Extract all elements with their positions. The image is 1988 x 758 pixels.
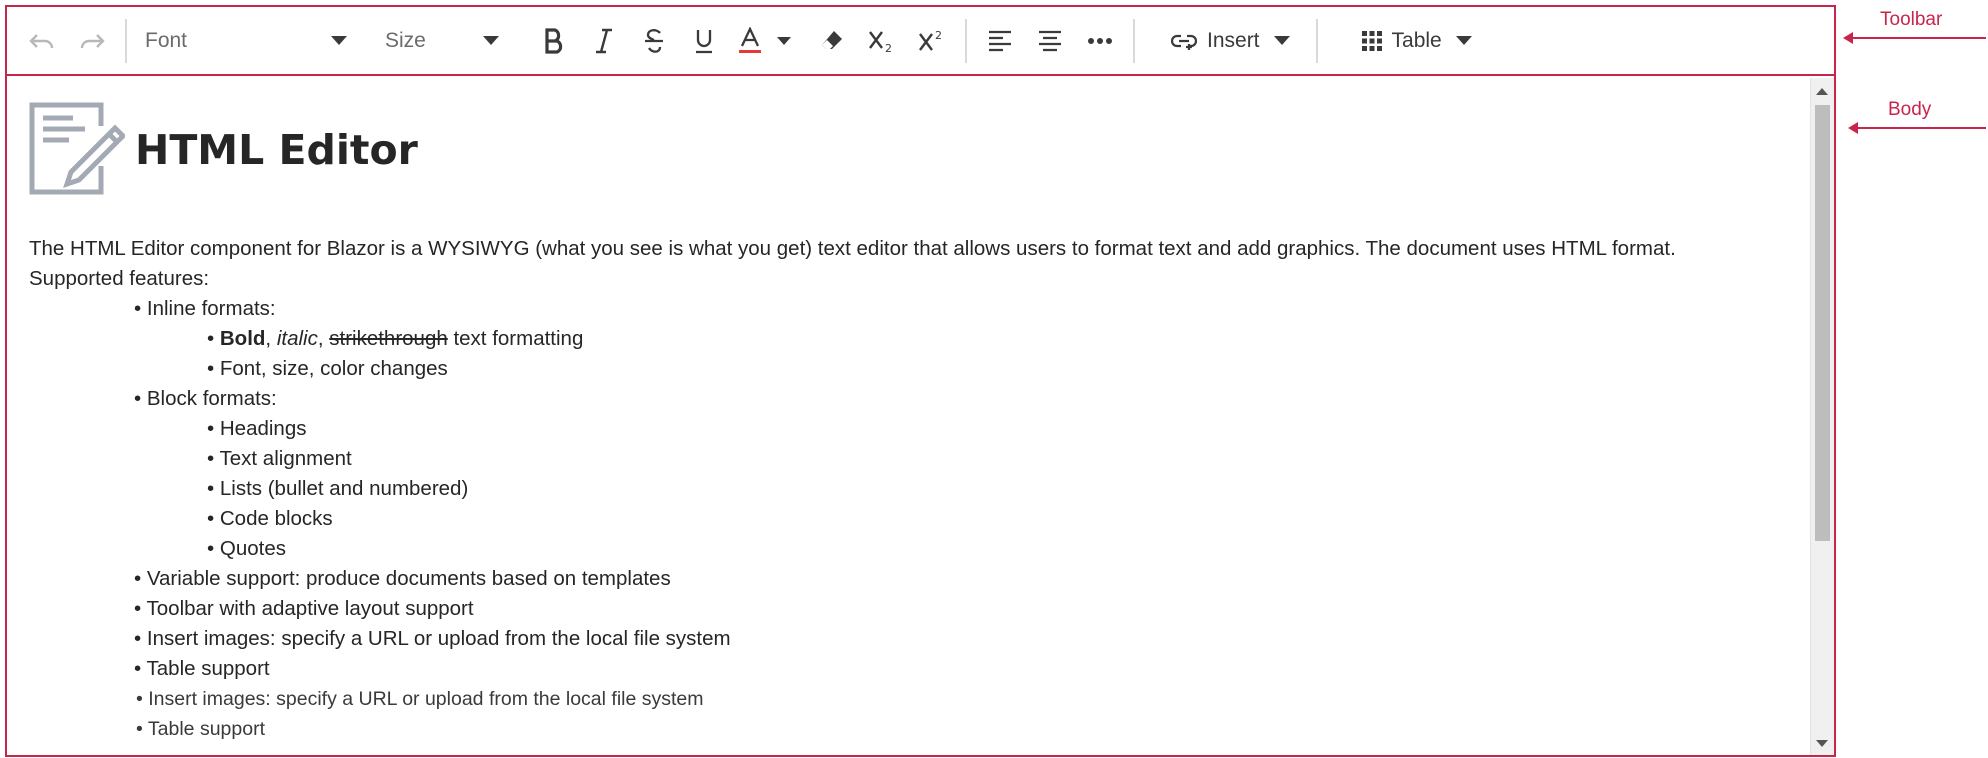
table-menu-button[interactable]: Table — [1348, 19, 1486, 63]
clear-format-icon — [822, 30, 842, 49]
size-select[interactable]: Size — [375, 19, 509, 63]
superscript-icon: 2 — [919, 29, 942, 51]
list-item: Inline formats: Bold, italic, strikethro… — [134, 294, 1794, 384]
inline-formats-list: Bold, italic, strikethrough text formatt… — [134, 324, 1794, 384]
redo-icon — [80, 33, 105, 48]
more-icon — [1088, 37, 1112, 44]
toolbar-separator — [125, 18, 127, 63]
chevron-down-icon — [331, 36, 347, 45]
separator-text: , — [317, 327, 330, 350]
list-item: Code blocks — [207, 504, 1794, 534]
list-item: Table support — [136, 714, 1794, 744]
list-item-label: Inline formats: — [146, 297, 276, 320]
font-select[interactable]: Font — [135, 19, 357, 63]
redo-button[interactable] — [67, 19, 117, 63]
supported-label: Supported features: — [29, 267, 210, 290]
insert-menu-button[interactable]: Insert — [1157, 19, 1304, 63]
body-annotation-label: Body — [1888, 99, 1932, 120]
page-title: HTML Editor — [135, 126, 418, 174]
clear-format-button[interactable] — [807, 19, 857, 63]
formatting-text: text formatting — [447, 327, 584, 350]
toolbar-separator — [1315, 18, 1318, 63]
block-formats-list: Headings Text alignment Lists (bullet an… — [134, 414, 1794, 564]
align-center-icon — [1039, 30, 1061, 51]
list-item: Font, size, color changes — [207, 354, 1794, 384]
chevron-down-icon — [1273, 36, 1290, 45]
html-editor: Font Size 2 2 Insert Table HTML Editor T… — [5, 5, 1836, 757]
scrollbar-thumb[interactable] — [1815, 105, 1830, 541]
list-item: Toolbar with adaptive layout support — [134, 594, 1794, 624]
list-item: Block formats: Headings Text alignment L… — [134, 384, 1794, 564]
features-list: Inline formats: Bold, italic, strikethro… — [29, 294, 1794, 684]
intro-paragraph: The HTML Editor component for Blazor is … — [29, 237, 1676, 260]
strikethrough-button[interactable] — [629, 19, 679, 63]
subscript-button[interactable]: 2 — [857, 19, 907, 63]
italic-text: italic — [276, 327, 318, 350]
insert-link-icon — [1171, 34, 1197, 50]
toolbar-annotation-arrow — [1852, 37, 1986, 39]
chevron-down-icon — [777, 36, 791, 45]
italic-button[interactable] — [579, 19, 629, 63]
list-item: Lists (bullet and numbered) — [207, 474, 1794, 504]
font-color-dropdown[interactable] — [771, 19, 797, 63]
list-item: Table support — [134, 654, 1794, 684]
list-item: Quotes — [207, 534, 1794, 564]
document-edit-icon — [29, 102, 125, 195]
undo-icon — [29, 33, 54, 48]
italic-icon — [596, 28, 612, 53]
table-grid-icon — [1361, 30, 1382, 51]
size-select-value: Size — [385, 28, 426, 52]
trailing-list: Insert images: specify a URL or upload f… — [29, 684, 1794, 744]
scroll-up-arrow-icon[interactable] — [1816, 88, 1828, 95]
underline-icon — [696, 29, 712, 53]
list-item-label: Block formats: — [146, 387, 277, 410]
bold-button[interactable] — [529, 19, 579, 63]
document-heading: HTML Editor — [29, 100, 1794, 200]
table-label: Table — [1391, 28, 1442, 52]
list-item: Text alignment — [207, 444, 1794, 474]
editor-body[interactable]: HTML Editor The HTML Editor component fo… — [7, 78, 1834, 755]
editor-content[interactable]: HTML Editor The HTML Editor component fo… — [29, 100, 1794, 755]
body-annotation-arrow — [1857, 127, 1986, 129]
superscript-button[interactable]: 2 — [907, 19, 957, 63]
toolbar-separator — [965, 18, 967, 63]
list-item: Headings — [207, 414, 1794, 444]
svg-text:2: 2 — [935, 29, 942, 42]
align-left-icon — [989, 30, 1011, 51]
chevron-down-icon — [483, 36, 499, 45]
align-center-button[interactable] — [1025, 19, 1075, 63]
list-item: Insert images: specify a URL or upload f… — [136, 684, 1794, 714]
strikethrough-icon — [645, 28, 663, 53]
strikethrough-text: strikethrough — [329, 327, 448, 350]
insert-label: Insert — [1207, 28, 1260, 52]
font-select-value: Font — [145, 28, 188, 52]
bold-text: Bold — [219, 327, 266, 350]
scroll-down-arrow-icon[interactable] — [1816, 740, 1828, 747]
font-color-icon — [739, 26, 761, 53]
more-button[interactable] — [1075, 19, 1125, 63]
toolbar-separator — [1133, 18, 1135, 63]
svg-text:2: 2 — [885, 42, 892, 53]
undo-button[interactable] — [17, 19, 67, 63]
chevron-down-icon — [1455, 36, 1472, 45]
list-item: Bold, italic, strikethrough text formatt… — [207, 324, 1794, 354]
list-item: Insert images: specify a URL or upload f… — [134, 624, 1794, 654]
toolbar: Font Size 2 2 Insert Table — [7, 7, 1834, 76]
toolbar-annotation-label: Toolbar — [1880, 9, 1943, 30]
font-color-button[interactable] — [729, 19, 771, 63]
bold-icon — [545, 27, 563, 54]
underline-button[interactable] — [679, 19, 729, 63]
list-item: Variable support: produce documents base… — [134, 564, 1794, 594]
vertical-scrollbar[interactable] — [1810, 78, 1834, 755]
subscript-icon: 2 — [869, 30, 892, 53]
separator-text: , — [265, 327, 277, 350]
align-left-button[interactable] — [975, 19, 1025, 63]
